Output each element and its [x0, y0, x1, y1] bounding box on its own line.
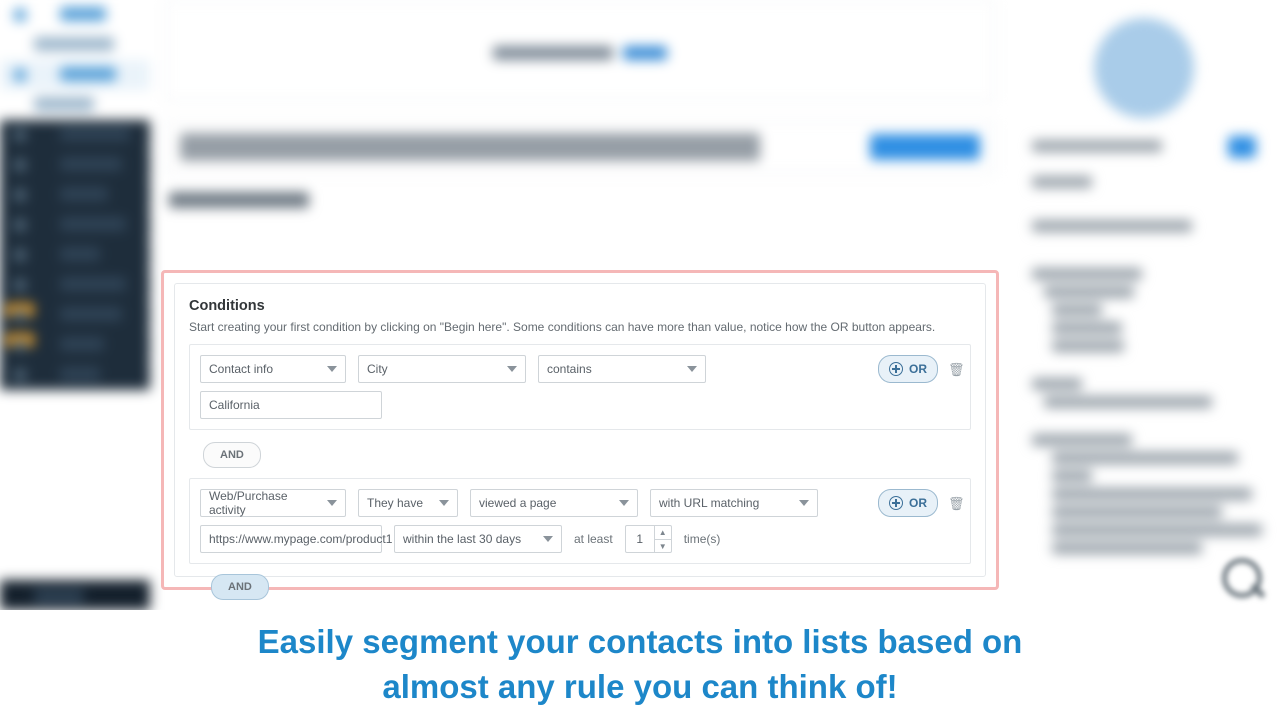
at-least-label: at least — [574, 532, 613, 546]
stepper-down-icon[interactable]: ▼ — [655, 540, 671, 553]
rule1-or-button[interactable]: OR — [878, 355, 938, 383]
and-connector-1[interactable]: AND — [203, 442, 261, 468]
chevron-down-icon — [439, 500, 449, 506]
right-panel — [1018, 0, 1270, 610]
rule2-match-select[interactable]: with URL matching — [650, 489, 818, 517]
rule2-action-select[interactable]: viewed a page — [470, 489, 638, 517]
times-label: time(s) — [684, 532, 721, 546]
rule2-delete-button[interactable]: 🗑 — [948, 496, 960, 510]
rule2-timeframe-select[interactable]: within the last 30 days — [394, 525, 562, 553]
stepper-up-icon[interactable]: ▲ — [655, 526, 671, 540]
chevron-down-icon — [687, 366, 697, 372]
caption-line-2: almost any rule you can think of! — [382, 668, 897, 705]
add-and-button[interactable]: AND — [211, 574, 269, 600]
conditions-title: Conditions — [189, 298, 971, 314]
rule2-count-stepper[interactable]: 1 ▲▼ — [625, 525, 672, 553]
chevron-down-icon — [619, 500, 629, 506]
rule1-field-select[interactable]: City — [358, 355, 526, 383]
chevron-down-icon — [327, 500, 337, 506]
plus-circle-icon — [889, 362, 903, 376]
condition-rule-2: Web/Purchase activity They have viewed a… — [189, 478, 971, 564]
rule2-url-input[interactable]: https://www.mypage.com/product1 — [200, 525, 382, 553]
chevron-down-icon — [799, 500, 809, 506]
marketing-caption: Easily segment your contacts into lists … — [0, 610, 1280, 720]
condition-rule-1: Contact info City contains California OR… — [189, 344, 971, 430]
chevron-down-icon — [543, 536, 553, 542]
magnifier-icon — [1222, 558, 1266, 602]
rule1-value-input[interactable]: California — [200, 391, 382, 419]
conditions-subtitle: Start creating your first condition by c… — [189, 320, 971, 334]
sidebar — [0, 0, 150, 610]
rule2-or-button[interactable]: OR — [878, 489, 938, 517]
plus-circle-icon — [889, 496, 903, 510]
rule2-category-select[interactable]: Web/Purchase activity — [200, 489, 346, 517]
conditions-highlight-frame: Conditions Start creating your first con… — [161, 270, 999, 590]
conditions-panel: Conditions Start creating your first con… — [174, 283, 986, 577]
caption-line-1: Easily segment your contacts into lists … — [258, 623, 1023, 660]
rule1-category-select[interactable]: Contact info — [200, 355, 346, 383]
rule1-operator-select[interactable]: contains — [538, 355, 706, 383]
app-root: Conditions Start creating your first con… — [0, 0, 1280, 720]
rule2-actor-select[interactable]: They have — [358, 489, 458, 517]
rule1-delete-button[interactable]: 🗑 — [948, 362, 960, 376]
chevron-down-icon — [327, 366, 337, 372]
chevron-down-icon — [507, 366, 517, 372]
